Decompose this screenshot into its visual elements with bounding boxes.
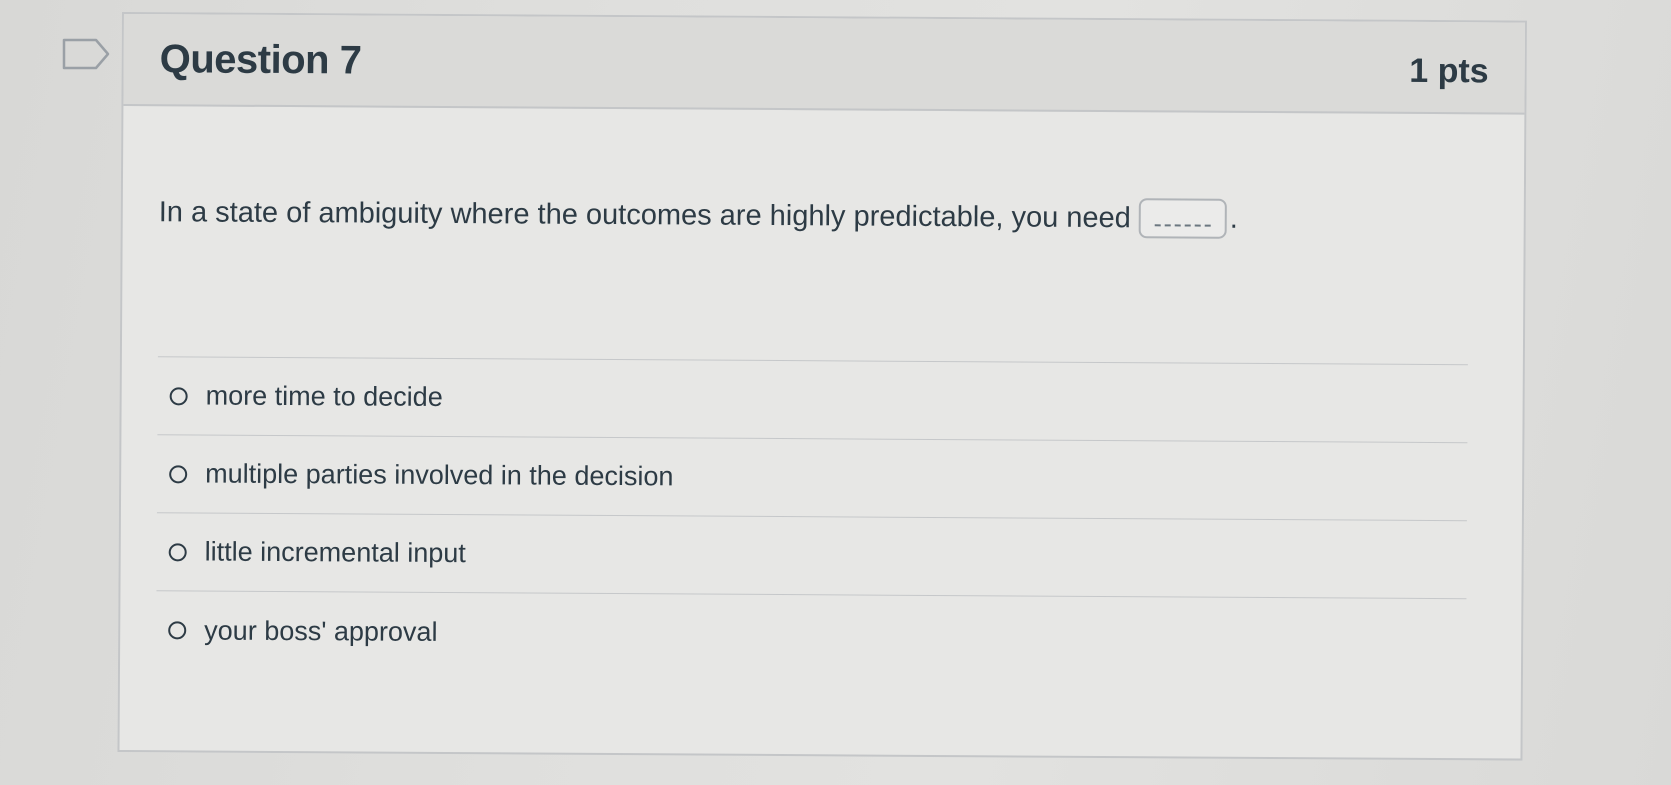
answer-label: your boss' approval: [204, 615, 438, 647]
answer-option[interactable]: more time to decide: [157, 357, 1468, 444]
answer-blank-dropdown[interactable]: [1138, 198, 1227, 239]
answer-option[interactable]: little incremental input: [156, 513, 1467, 600]
question-card: Question 7 1 pts In a state of ambiguity…: [117, 12, 1527, 761]
answer-label: multiple parties involved in the decisio…: [205, 458, 674, 492]
question-title: Question 7: [159, 36, 362, 82]
answer-option[interactable]: your boss' approval: [156, 591, 1466, 677]
radio-button-icon[interactable]: [169, 386, 188, 405]
question-body: In a state of ambiguity where the outcom…: [120, 106, 1524, 678]
question-prompt: In a state of ambiguity where the outcom…: [159, 192, 1488, 240]
answer-label: little incremental input: [204, 536, 466, 569]
radio-button-icon[interactable]: [168, 542, 187, 561]
question-header: Question 7 1 pts: [123, 14, 1525, 115]
radio-button-icon[interactable]: [168, 621, 187, 640]
question-prompt-text: In a state of ambiguity where the outcom…: [158, 195, 1131, 234]
question-prompt-end: .: [1229, 202, 1239, 235]
question-points: 1 pts: [1409, 51, 1489, 90]
flag-icon[interactable]: [62, 38, 110, 70]
radio-button-icon[interactable]: [169, 464, 188, 483]
answer-label: more time to decide: [205, 380, 443, 412]
answer-list: more time to decide multiple parties inv…: [155, 356, 1468, 678]
answer-option[interactable]: multiple parties involved in the decisio…: [156, 435, 1468, 522]
